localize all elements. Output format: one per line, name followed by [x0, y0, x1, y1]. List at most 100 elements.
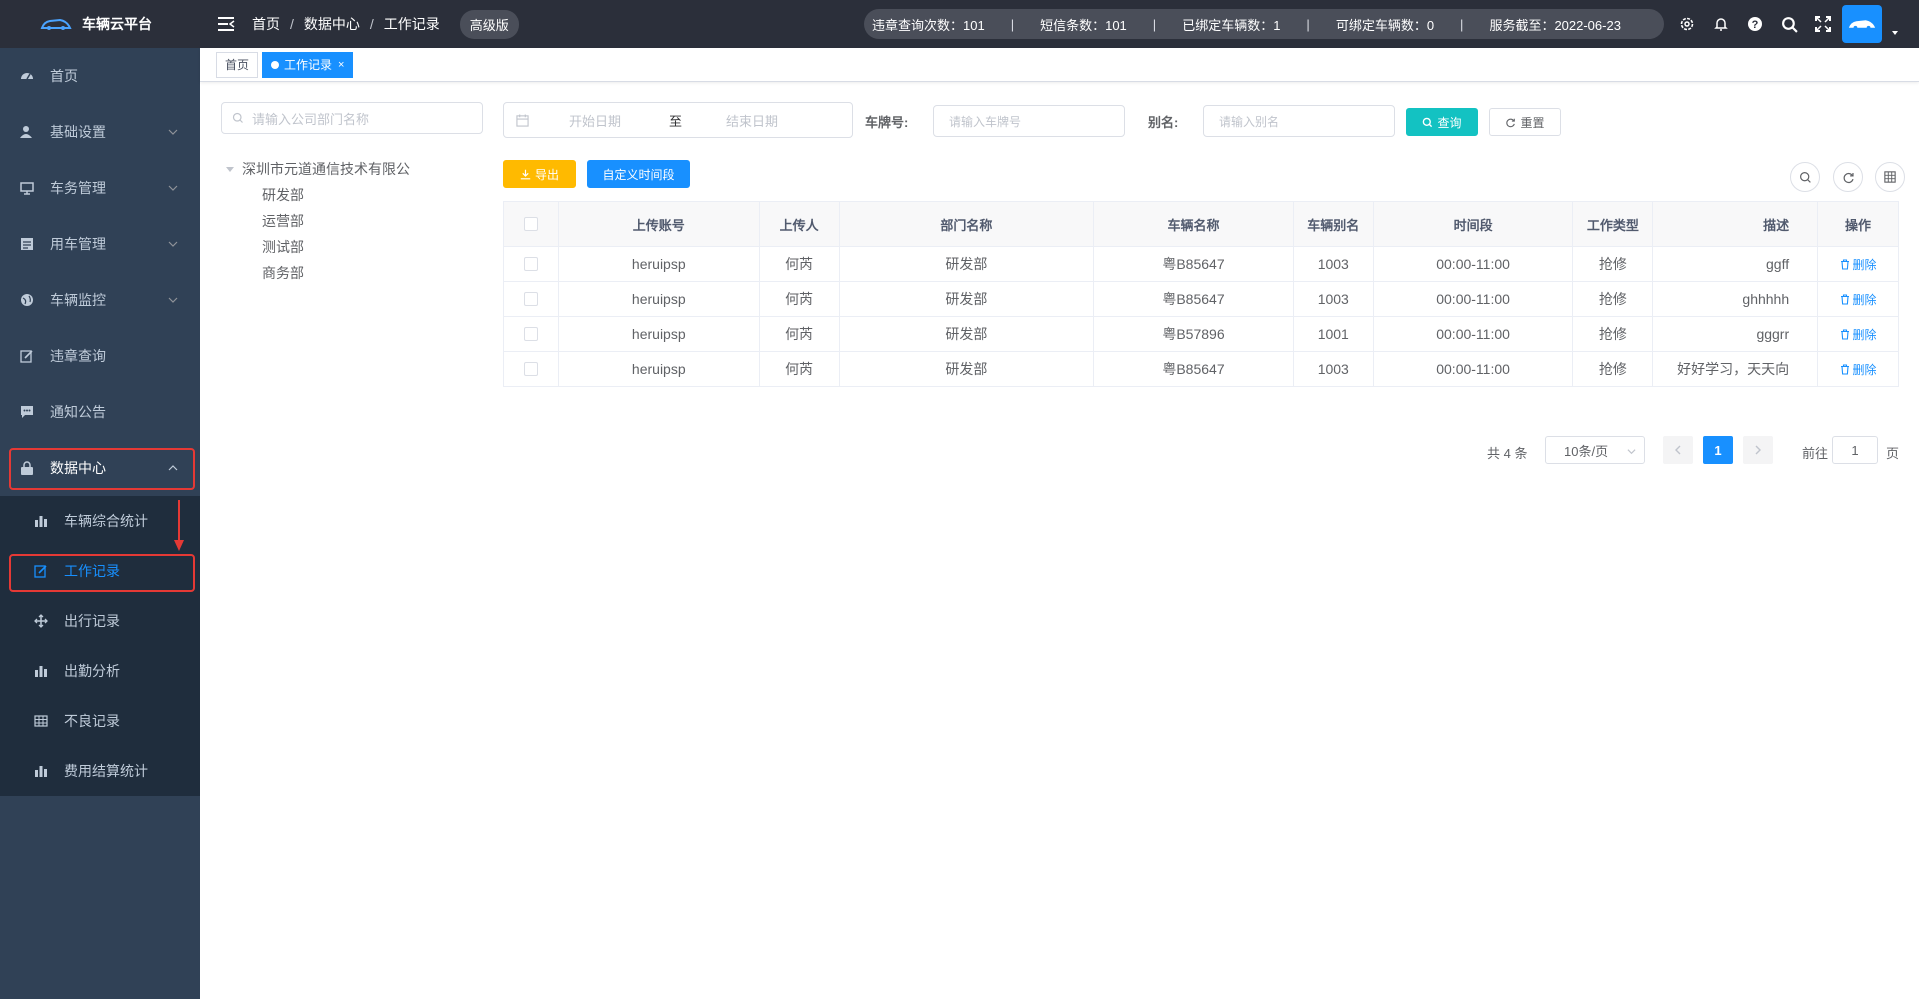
alias-input[interactable]: 请输入别名	[1203, 105, 1395, 137]
tree-node-department[interactable]: 运营部	[226, 208, 410, 234]
delete-button[interactable]: 删除	[1840, 361, 1877, 378]
custom-period-button[interactable]: 自定义时间段	[587, 160, 690, 188]
delete-label: 删除	[1852, 327, 1877, 342]
department-search-placeholder: 请输入公司部门名称	[252, 111, 370, 127]
table-row[interactable]: heruipsp 何芮 研发部 粤B85647 1003 00:00-11:00 抢修 好好学…	[504, 352, 1898, 387]
table-body: heruipsp 何芮 研发部 粤B85647 1003 00:00-11:00 抢修 ggf…	[504, 247, 1898, 387]
avatar[interactable]	[1842, 5, 1882, 43]
start-date-input[interactable]: 开始日期	[569, 111, 669, 130]
row-checkbox[interactable]	[523, 362, 538, 376]
cell-work-type: 抢修	[1573, 282, 1654, 316]
refresh-table-button[interactable]	[1833, 162, 1863, 192]
column-header[interactable]: 时间段	[1374, 202, 1574, 246]
table-row[interactable]: heruipsp 何芮 研发部 粤B85647 1003 00:00-11:00 抢修 ggf…	[504, 247, 1898, 282]
dashboard-icon	[21, 73, 33, 80]
fullscreen-icon[interactable]	[1806, 0, 1840, 48]
reset-button-label: 重置	[1520, 115, 1545, 130]
sidebar-item-violation-query[interactable]: 违章查询	[0, 328, 200, 384]
chevron-down-icon	[168, 241, 178, 247]
gear-icon[interactable]	[1670, 0, 1704, 48]
page-size-select[interactable]: 10条/页	[1545, 436, 1645, 464]
help-icon[interactable]: ?	[1738, 0, 1772, 48]
page-suffix: 页	[1886, 445, 1900, 461]
reset-button[interactable]: 重置	[1489, 108, 1561, 136]
sidebar-item-cost-settlement[interactable]: 费用结算统计	[0, 746, 200, 796]
row-checkbox[interactable]	[523, 292, 538, 306]
delete-button[interactable]: 删除	[1840, 291, 1877, 308]
sidebar-item-vehicle-affairs[interactable]: 车务管理	[0, 160, 200, 216]
goto-page-input[interactable]: 1	[1832, 436, 1878, 464]
row-select-cell	[504, 282, 559, 316]
table-row[interactable]: heruipsp 何芮 研发部 粤B85647 1003 00:00-11:00 抢修 ghh…	[504, 282, 1898, 317]
next-page-button[interactable]	[1743, 436, 1773, 464]
delete-button[interactable]: 删除	[1840, 326, 1877, 343]
breadcrumb-separator: /	[290, 16, 294, 32]
sidebar-item-bad-records[interactable]: 不良记录	[0, 696, 200, 746]
column-header[interactable]: 工作类型	[1573, 202, 1654, 246]
caret-down-icon[interactable]	[1890, 28, 1900, 38]
export-button[interactable]: 导出	[503, 160, 576, 188]
department-search-input[interactable]: 请输入公司部门名称	[221, 102, 483, 134]
tree-node-label: 运营部	[262, 213, 304, 229]
sidebar-item-label: 出勤分析	[64, 663, 120, 679]
breadcrumb-home[interactable]: 首页	[252, 14, 280, 34]
user-icon	[20, 126, 32, 138]
delete-label: 删除	[1852, 362, 1877, 377]
form-icon	[21, 238, 33, 250]
select-all-checkbox[interactable]	[523, 217, 538, 231]
hamburger-icon[interactable]	[216, 14, 236, 34]
sidebar-item-vehicle-usage[interactable]: 用车管理	[0, 216, 200, 272]
column-header[interactable]: 上传账号	[559, 202, 760, 246]
tree-node-department[interactable]: 研发部	[226, 182, 410, 208]
tree-node-company[interactable]: 深圳市元道通信技术有限公	[226, 156, 410, 182]
cell-department: 研发部	[840, 352, 1095, 386]
sidebar-item-announcements[interactable]: 通知公告	[0, 384, 200, 440]
column-settings-button[interactable]	[1875, 162, 1905, 192]
column-header[interactable]: 车辆别名	[1294, 202, 1374, 246]
column-header[interactable]: 车辆名称	[1094, 202, 1294, 246]
data-center-submenu: 车辆综合统计 工作记录 出行记录 出勤分析 不良记录 费用结算统计	[0, 496, 200, 796]
sidebar-item-trip-records[interactable]: 出行记录	[0, 596, 200, 646]
cell-description: 好好学习，天天向	[1653, 352, 1819, 386]
column-header[interactable]: 部门名称	[840, 202, 1095, 246]
sidebar-item-vehicle-monitoring[interactable]: 车辆监控	[0, 272, 200, 328]
sidebar-item-label: 车务管理	[50, 180, 106, 196]
tree-node-label: 深圳市元道通信技术有限公	[242, 161, 410, 177]
delete-label: 删除	[1852, 257, 1877, 272]
table-row[interactable]: heruipsp 何芮 研发部 粤B57896 1001 00:00-11:00 抢修 ggg…	[504, 317, 1898, 352]
bell-icon[interactable]	[1704, 0, 1738, 48]
column-header[interactable]: 描述	[1653, 202, 1819, 246]
sidebar-item-home[interactable]: 首页	[0, 48, 200, 104]
cell-uploader: 何芮	[760, 247, 840, 281]
sidebar-item-vehicle-statistics[interactable]: 车辆综合统计	[0, 496, 200, 546]
tree-node-department[interactable]: 商务部	[226, 260, 410, 286]
sidebar-item-attendance-analysis[interactable]: 出勤分析	[0, 646, 200, 696]
sidebar-item-basic-settings[interactable]: 基础设置	[0, 104, 200, 160]
row-checkbox[interactable]	[523, 257, 538, 271]
tree-node-department[interactable]: 测试部	[226, 234, 410, 260]
delete-button[interactable]: 删除	[1840, 256, 1877, 273]
search-icon	[232, 112, 243, 123]
app-logo[interactable]: 车辆云平台	[0, 0, 200, 48]
chevron-down-icon	[168, 297, 178, 303]
tag-home[interactable]: 首页	[216, 51, 259, 78]
end-date-input[interactable]: 结束日期	[726, 111, 826, 130]
tag-label: 首页	[225, 58, 250, 72]
page-number-current[interactable]: 1	[1703, 436, 1733, 464]
date-range-picker[interactable]: 开始日期 至 结束日期	[503, 102, 853, 138]
tag-work-records[interactable]: 工作记录 ×	[262, 51, 354, 78]
column-header[interactable]: 上传人	[760, 202, 840, 246]
search-icon[interactable]	[1772, 0, 1806, 48]
toggle-search-button[interactable]	[1790, 162, 1820, 192]
breadcrumb-data-center[interactable]: 数据中心	[304, 14, 360, 34]
stat-bindable-vehicles: 可绑定车辆数：0	[1335, 17, 1435, 33]
table-header-row: 上传账号 上传人 部门名称 车辆名称 车辆别名 时间段 工作类型 描述 操作	[504, 202, 1898, 247]
search-button[interactable]: 查询	[1406, 108, 1478, 136]
prev-page-button[interactable]	[1663, 436, 1693, 464]
plate-input[interactable]: 请输入车牌号	[933, 105, 1125, 137]
svg-text:?: ?	[1752, 19, 1759, 31]
caret-down-icon[interactable]	[226, 166, 234, 172]
tree-node-label: 研发部	[262, 187, 304, 203]
close-icon[interactable]: ×	[338, 59, 344, 71]
row-checkbox[interactable]	[523, 327, 538, 341]
